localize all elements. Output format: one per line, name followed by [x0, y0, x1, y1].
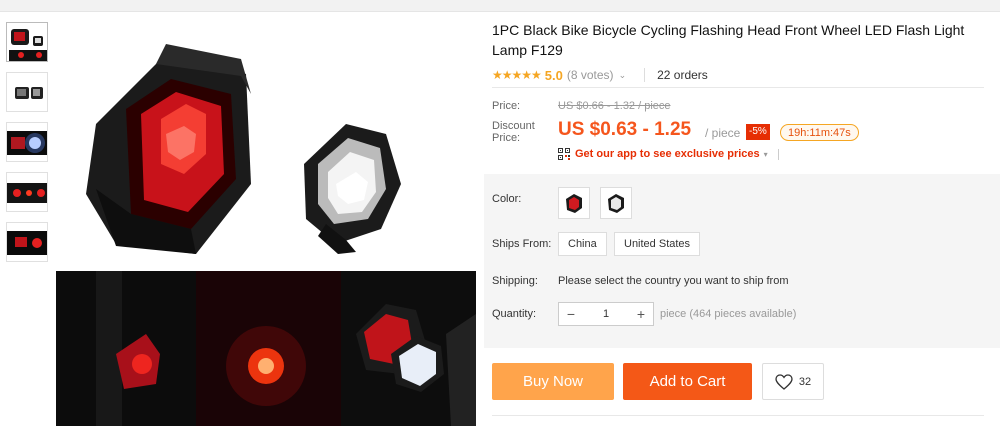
star-icon: ★★★★★ — [492, 68, 542, 82]
ships-from-label: Ships From: — [492, 238, 552, 250]
price-label: Price: — [492, 100, 521, 112]
app-promo-text: Get our app to see exclusive prices — [575, 148, 760, 160]
color-label: Color: — [492, 193, 522, 205]
chevron-down-icon[interactable]: ⌄ — [619, 70, 627, 81]
discount-badge: -5% — [746, 124, 770, 140]
ships-from-united-states[interactable]: United States — [614, 232, 701, 256]
price-unit: / piece — [705, 126, 741, 140]
wishlist-count: 32 — [798, 375, 812, 388]
current-price: US $0.63 - 1.25 — [558, 119, 692, 140]
buy-now-button[interactable]: Buy Now — [492, 363, 614, 400]
shipping-label: Shipping: — [492, 275, 538, 287]
discount-price-label: Discount Price: — [492, 120, 535, 144]
divider — [492, 87, 984, 88]
top-bar — [0, 0, 1000, 12]
votes-count[interactable]: (8 votes) — [567, 68, 614, 82]
color-swatch-red[interactable] — [558, 187, 590, 219]
thumbnail-1[interactable] — [6, 22, 48, 62]
thumbnail-5[interactable] — [6, 222, 48, 262]
thumbnail-3[interactable] — [6, 122, 48, 162]
ships-from-china[interactable]: China — [558, 232, 607, 256]
quantity-available: piece (464 pieces available) — [660, 308, 797, 320]
shipping-message: Please select the country you want to sh… — [558, 275, 789, 287]
quantity-label: Quantity: — [492, 308, 537, 320]
main-product-image[interactable] — [56, 14, 476, 426]
countdown-timer: 19h:11m:47s — [780, 124, 859, 141]
divider — [777, 148, 779, 160]
thumbnail-list — [6, 22, 50, 272]
color-swatch-white[interactable] — [600, 187, 632, 219]
qr-code-icon — [558, 148, 570, 160]
quantity-increase-button[interactable]: + — [629, 303, 653, 325]
product-info: 1PC Black Bike Bicycle Cycling Flashing … — [492, 20, 992, 84]
app-promo-link[interactable]: Get our app to see exclusive prices ▾ — [558, 148, 779, 160]
heart-icon — [775, 373, 793, 390]
wishlist-button[interactable]: 32 — [762, 363, 824, 400]
chevron-down-icon: ▾ — [763, 149, 768, 159]
product-title: 1PC Black Bike Bicycle Cycling Flashing … — [492, 22, 965, 58]
add-to-cart-button[interactable]: Add to Cart — [623, 363, 752, 400]
original-price: US $0.66 - 1.32 / piece — [558, 100, 671, 112]
orders-count: 22 orders — [657, 68, 708, 82]
divider — [492, 415, 984, 416]
quantity-input[interactable]: 1 — [583, 308, 629, 320]
quantity-stepper: − 1 + — [558, 302, 654, 326]
thumbnail-2[interactable] — [6, 72, 48, 112]
divider — [644, 68, 646, 82]
rating-row: ★★★★★ 5.0 (8 votes) ⌄ 22 orders — [492, 66, 992, 84]
thumbnail-4[interactable] — [6, 172, 48, 212]
rating-value: 5.0 — [544, 67, 563, 83]
quantity-decrease-button[interactable]: − — [559, 303, 583, 325]
